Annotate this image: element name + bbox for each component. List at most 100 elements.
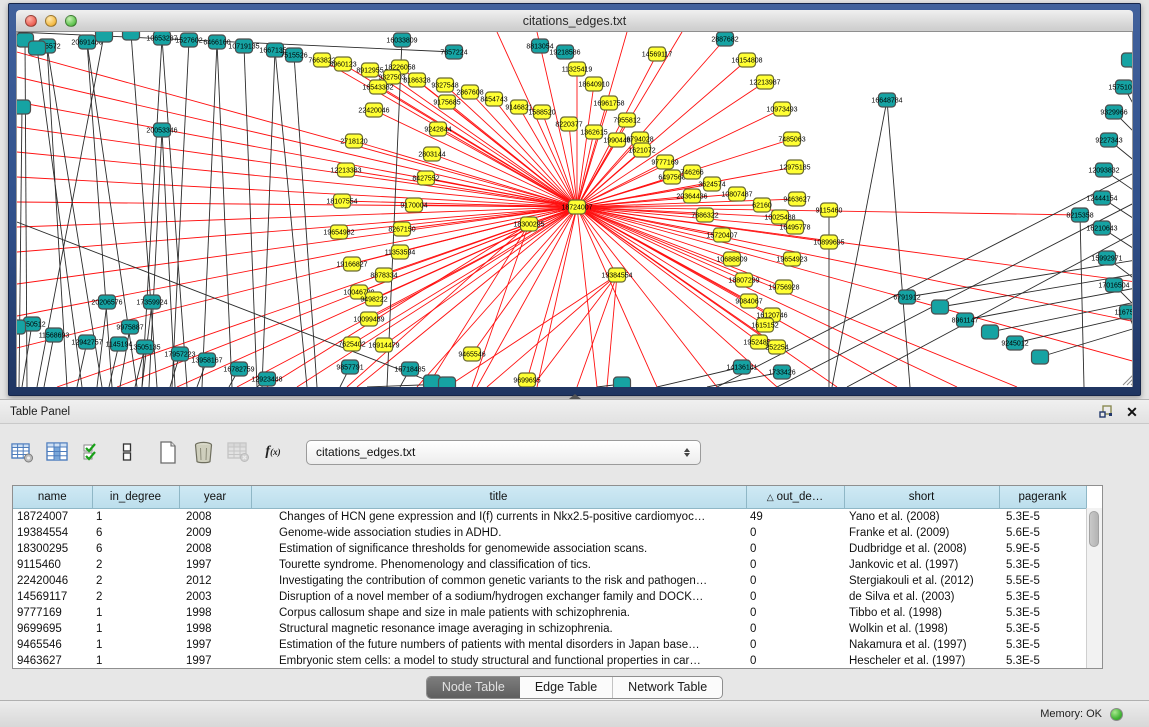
- table-cell-year[interactable]: 2012: [179, 573, 251, 589]
- graph-node[interactable]: 8186328: [403, 73, 430, 87]
- table-cell-in_degree[interactable]: 1: [92, 637, 179, 653]
- graph-node[interactable]: 18640910: [578, 77, 609, 91]
- table-row[interactable]: 1456911722003Disruption of a novel membe…: [13, 589, 1086, 605]
- graph-node[interactable]: 14569117: [642, 47, 673, 61]
- graph-node[interactable]: [17, 320, 26, 334]
- table-cell-short[interactable]: de Silva et al. (2003): [844, 589, 999, 605]
- table-scrollbar[interactable]: [1086, 508, 1102, 668]
- graph-node[interactable]: 12942757: [71, 335, 102, 349]
- select-all-functions-icon[interactable]: [80, 440, 104, 464]
- graph-node[interactable]: 10688809: [716, 252, 747, 266]
- graph-node[interactable]: 9327548: [431, 78, 458, 92]
- table-cell-year[interactable]: 1998: [179, 621, 251, 637]
- table-cell-year[interactable]: 2003: [179, 589, 251, 605]
- graph-node[interactable]: 12975185: [779, 160, 810, 174]
- graph-node[interactable]: 9227343: [1095, 133, 1122, 147]
- table-cell-out_de[interactable]: 0: [746, 525, 844, 541]
- table-cell-pagerank[interactable]: 5.6E-5: [999, 525, 1086, 541]
- memory-status-indicator[interactable]: [1110, 708, 1123, 721]
- table-settings-icon[interactable]: [10, 440, 34, 464]
- table-row[interactable]: 977716911998Corpus callosum shape and si…: [13, 605, 1086, 621]
- float-panel-button[interactable]: [1097, 403, 1115, 421]
- table-cell-in_degree[interactable]: 1: [92, 509, 179, 526]
- graph-node[interactable]: [17, 100, 31, 114]
- graph-node[interactable]: 18107554: [326, 194, 357, 208]
- close-window-button[interactable]: [25, 15, 37, 27]
- graph-node[interactable]: 16914479: [368, 338, 399, 352]
- graph-node[interactable]: [1032, 350, 1049, 364]
- graph-node[interactable]: 10099489: [353, 312, 384, 326]
- table-row[interactable]: 1830029562008Estimation of significance …: [13, 541, 1086, 557]
- table-cell-short[interactable]: Wolkin et al. (1998): [844, 621, 999, 637]
- delete-table-icon[interactable]: [226, 440, 250, 464]
- graph-node[interactable]: [96, 32, 113, 42]
- table-cell-pagerank[interactable]: 5.9E-5: [999, 541, 1086, 557]
- table-cell-pagerank[interactable]: 5.3E-5: [999, 589, 1086, 605]
- table-cell-out_de[interactable]: 0: [746, 605, 844, 621]
- delete-attributes-icon[interactable]: [191, 440, 215, 464]
- table-cell-short[interactable]: Jankovic et al. (1997): [844, 557, 999, 573]
- table-cell-out_de[interactable]: 0: [746, 653, 844, 669]
- graph-node[interactable]: 62160: [752, 198, 772, 212]
- graph-node[interactable]: 10719135: [228, 39, 259, 53]
- table-row[interactable]: 946362711997Embryonic stem cells: a mode…: [13, 653, 1086, 669]
- graph-node[interactable]: 11568693: [39, 328, 70, 342]
- table-cell-year[interactable]: 1998: [179, 605, 251, 621]
- graph-node[interactable]: 13505135: [129, 340, 160, 354]
- graph-node[interactable]: [1122, 53, 1134, 67]
- graph-node[interactable]: 19384554: [601, 268, 632, 282]
- table-cell-in_degree[interactable]: 1: [92, 621, 179, 637]
- tab-edge-table[interactable]: Edge Table: [520, 677, 612, 698]
- graph-node[interactable]: 9170004: [400, 198, 427, 212]
- graph-node[interactable]: 19166827: [336, 257, 367, 271]
- graph-node[interactable]: 3624574: [698, 177, 725, 191]
- table-cell-title[interactable]: Disruption of a novel member of a sodium…: [251, 589, 746, 605]
- table-cell-short[interactable]: Hescheler et al. (1997): [844, 653, 999, 669]
- table-cell-title[interactable]: Investigating the contribution of common…: [251, 573, 746, 589]
- table-cell-in_degree[interactable]: 1: [92, 653, 179, 669]
- graph-node[interactable]: 16154808: [731, 53, 762, 67]
- graph-node[interactable]: 16033809: [386, 33, 417, 47]
- graph-node[interactable]: 19218586: [549, 45, 580, 59]
- network-canvas[interactable]: 1872400776638228960123891295518226058932…: [16, 32, 1133, 387]
- table-cell-in_degree[interactable]: 2: [92, 573, 179, 589]
- graph-node[interactable]: 18300295: [513, 217, 544, 231]
- table-cell-out_de[interactable]: 49: [746, 509, 844, 526]
- graph-node[interactable]: 746266: [680, 165, 703, 179]
- table-cell-title[interactable]: Corpus callosum shape and size in male p…: [251, 605, 746, 621]
- graph-node[interactable]: 13958167: [191, 353, 222, 367]
- table-cell-name[interactable]: 9699695: [13, 621, 92, 637]
- graph-nodes[interactable]: 1872400776638228960123891295518226058932…: [17, 32, 1133, 387]
- table-cell-pagerank[interactable]: 5.3E-5: [999, 621, 1086, 637]
- table-row[interactable]: 2242004622012Investigating the contribut…: [13, 573, 1086, 589]
- column-header-pagerank[interactable]: pagerank: [999, 486, 1086, 509]
- table-cell-out_de[interactable]: 0: [746, 541, 844, 557]
- table-scrollbar-thumb[interactable]: [1089, 511, 1099, 547]
- table-cell-in_degree[interactable]: 2: [92, 557, 179, 573]
- create-table-icon[interactable]: [156, 440, 180, 464]
- graph-node[interactable]: 2803144: [418, 147, 445, 161]
- table-cell-year[interactable]: 2008: [179, 541, 251, 557]
- table-cell-out_de[interactable]: 0: [746, 557, 844, 573]
- table-cell-year[interactable]: 1997: [179, 653, 251, 669]
- graph-node[interactable]: 12213987: [749, 75, 780, 89]
- graph-node[interactable]: 10807487: [721, 187, 752, 201]
- graph-node[interactable]: 9329966: [1100, 105, 1127, 119]
- network-window-titlebar[interactable]: citations_edges.txt: [16, 10, 1133, 32]
- table-cell-name[interactable]: 19384554: [13, 525, 92, 541]
- table-cell-short[interactable]: Yano et al. (2008): [844, 509, 999, 526]
- graph-node[interactable]: 20364436: [676, 189, 707, 203]
- table-header-row[interactable]: namein_degreeyeartitle△out_de…shortpager…: [13, 486, 1086, 509]
- zoom-window-button[interactable]: [65, 15, 77, 27]
- graph-node[interactable]: 15751074: [1108, 80, 1133, 94]
- graph-node[interactable]: 8961147: [952, 313, 979, 327]
- table-cell-short[interactable]: Stergiakouli et al. (2012): [844, 573, 999, 589]
- table-cell-pagerank[interactable]: 5.3E-5: [999, 509, 1086, 526]
- table-cell-short[interactable]: Tibbo et al. (1998): [844, 605, 999, 621]
- graph-node[interactable]: 17359924: [136, 295, 167, 309]
- graph-node[interactable]: 9463627: [783, 192, 810, 206]
- table-row[interactable]: 1938455462009Genome-wide association stu…: [13, 525, 1086, 541]
- graph-node[interactable]: 10899695: [813, 235, 844, 249]
- table-cell-pagerank[interactable]: 5.3E-5: [999, 637, 1086, 653]
- column-header-name[interactable]: name: [13, 486, 92, 509]
